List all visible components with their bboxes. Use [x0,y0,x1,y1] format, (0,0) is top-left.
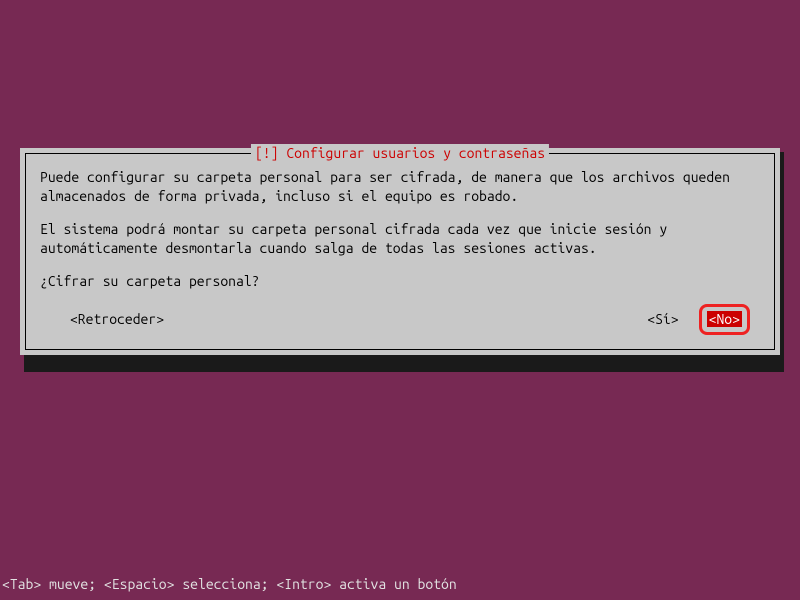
dialog-box: [!] Configurar usuarios y contraseñas Pu… [20,148,780,355]
no-button[interactable]: <No> [707,311,742,327]
dialog-title: [!] Configurar usuarios y contraseñas [251,144,549,163]
dialog-paragraph-2: El sistema podrá montar su carpeta perso… [40,220,760,258]
help-bar: <Tab> mueve; <Espacio> selecciona; <Intr… [2,575,457,594]
dialog-inner: [!] Configurar usuarios y contraseñas Pu… [25,153,775,350]
right-button-group: <Sí> <No> [647,304,750,335]
yes-button[interactable]: <Sí> [647,310,678,329]
button-row: <Retroceder> <Sí> <No> [40,304,760,335]
dialog-question: ¿Cifrar su carpeta personal? [40,272,760,291]
dialog-paragraph-1: Puede configurar su carpeta personal par… [40,168,760,206]
no-button-highlight: <No> [699,304,750,335]
back-button[interactable]: <Retroceder> [70,310,164,329]
